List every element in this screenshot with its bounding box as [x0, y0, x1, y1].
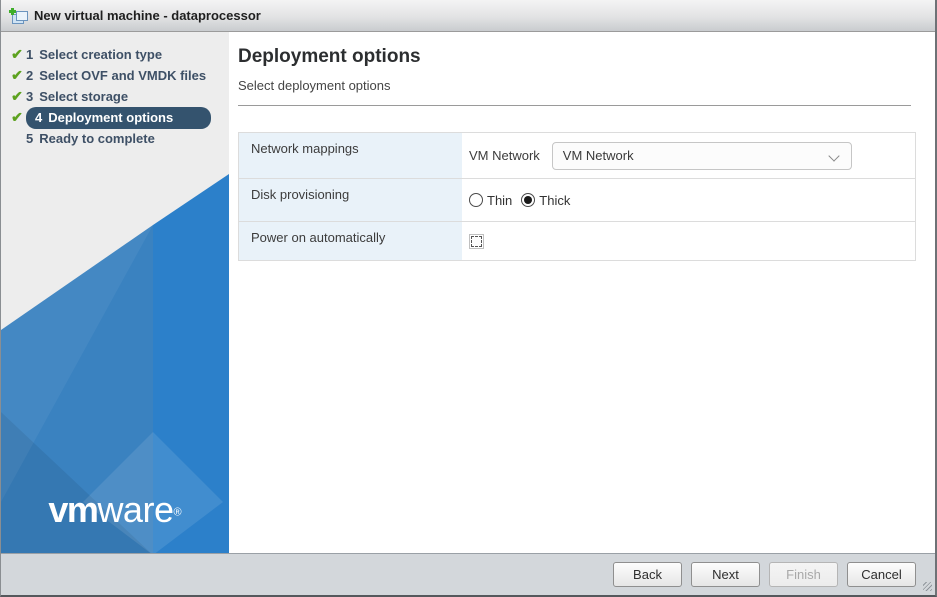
back-button[interactable]: Back: [613, 562, 682, 587]
cancel-button[interactable]: Cancel: [847, 562, 916, 587]
wizard-content-panel: Deployment options Select deployment opt…: [229, 32, 935, 555]
network-mappings-label: Network mappings: [239, 133, 462, 178]
wizard-footer: Back Next Finish Cancel: [1, 553, 935, 595]
content-divider: [238, 105, 911, 106]
step-3-select-storage[interactable]: ✔ 3 Select storage: [1, 86, 229, 107]
power-on-automatically-row: Power on automatically: [239, 222, 915, 260]
disk-provisioning-row: Disk provisioning Thin Thick: [239, 179, 915, 222]
wizard-steps-sidebar: ✔ 1 Select creation type ✔ 2 Select OVF an…: [1, 32, 229, 555]
thin-radio-label[interactable]: Thin: [487, 193, 512, 208]
check-icon: ✔: [11, 46, 23, 62]
step-1-select-creation-type[interactable]: ✔ 1 Select creation type: [1, 44, 229, 65]
vmware-logo: vmware®: [48, 489, 182, 530]
next-button[interactable]: Next: [691, 562, 760, 587]
step-2-select-ovf-vmdk-files[interactable]: ✔ 2 Select OVF and VMDK files: [1, 65, 229, 86]
title-bar: New virtual machine - dataprocessor: [1, 0, 935, 32]
step-label: 4 Deployment options: [26, 106, 211, 129]
power-on-automatically-label: Power on automatically: [239, 222, 462, 260]
new-vm-wizard-window: New virtual machine - dataprocessor ✔ 1S…: [0, 0, 937, 597]
disk-provisioning-label: Disk provisioning: [239, 179, 462, 221]
step-5-ready-to-complete[interactable]: 5 Ready to complete: [1, 128, 229, 149]
deployment-options-form: Network mappings VM Network VM Network D…: [238, 132, 916, 261]
new-vm-icon: [9, 7, 28, 24]
check-icon: ✔: [11, 88, 23, 104]
steps-list: ✔ 1 Select creation type ✔ 2 Select OVF an…: [1, 32, 229, 149]
thin-radio[interactable]: [469, 193, 483, 207]
step-label: 5 Ready to complete: [26, 131, 155, 146]
step-4-deployment-options-active[interactable]: ✔ 4 Deployment options: [1, 106, 229, 129]
network-dropdown-value: VM Network: [562, 148, 634, 163]
resize-grip[interactable]: [923, 582, 932, 591]
window-title: New virtual machine - dataprocessor: [34, 8, 261, 23]
power-on-checkbox[interactable]: [469, 233, 484, 249]
finish-button-disabled: Finish: [769, 562, 838, 587]
vm-network-field-label: VM Network: [469, 148, 540, 163]
thick-radio-label[interactable]: Thick: [539, 193, 570, 208]
step-label: 2 Select OVF and VMDK files: [26, 68, 207, 83]
check-icon: ✔: [11, 109, 23, 125]
network-dropdown[interactable]: VM Network: [551, 141, 852, 170]
page-subtitle: Select deployment options: [238, 78, 391, 93]
thick-radio[interactable]: [521, 193, 536, 207]
step-label: 3 Select storage: [26, 89, 129, 104]
step-label: 1 Select creation type: [26, 47, 163, 62]
page-title: Deployment options: [238, 46, 421, 67]
network-mappings-row: Network mappings VM Network VM Network: [239, 133, 915, 179]
chevron-down-icon: [828, 149, 840, 162]
check-icon: ✔: [11, 67, 23, 83]
